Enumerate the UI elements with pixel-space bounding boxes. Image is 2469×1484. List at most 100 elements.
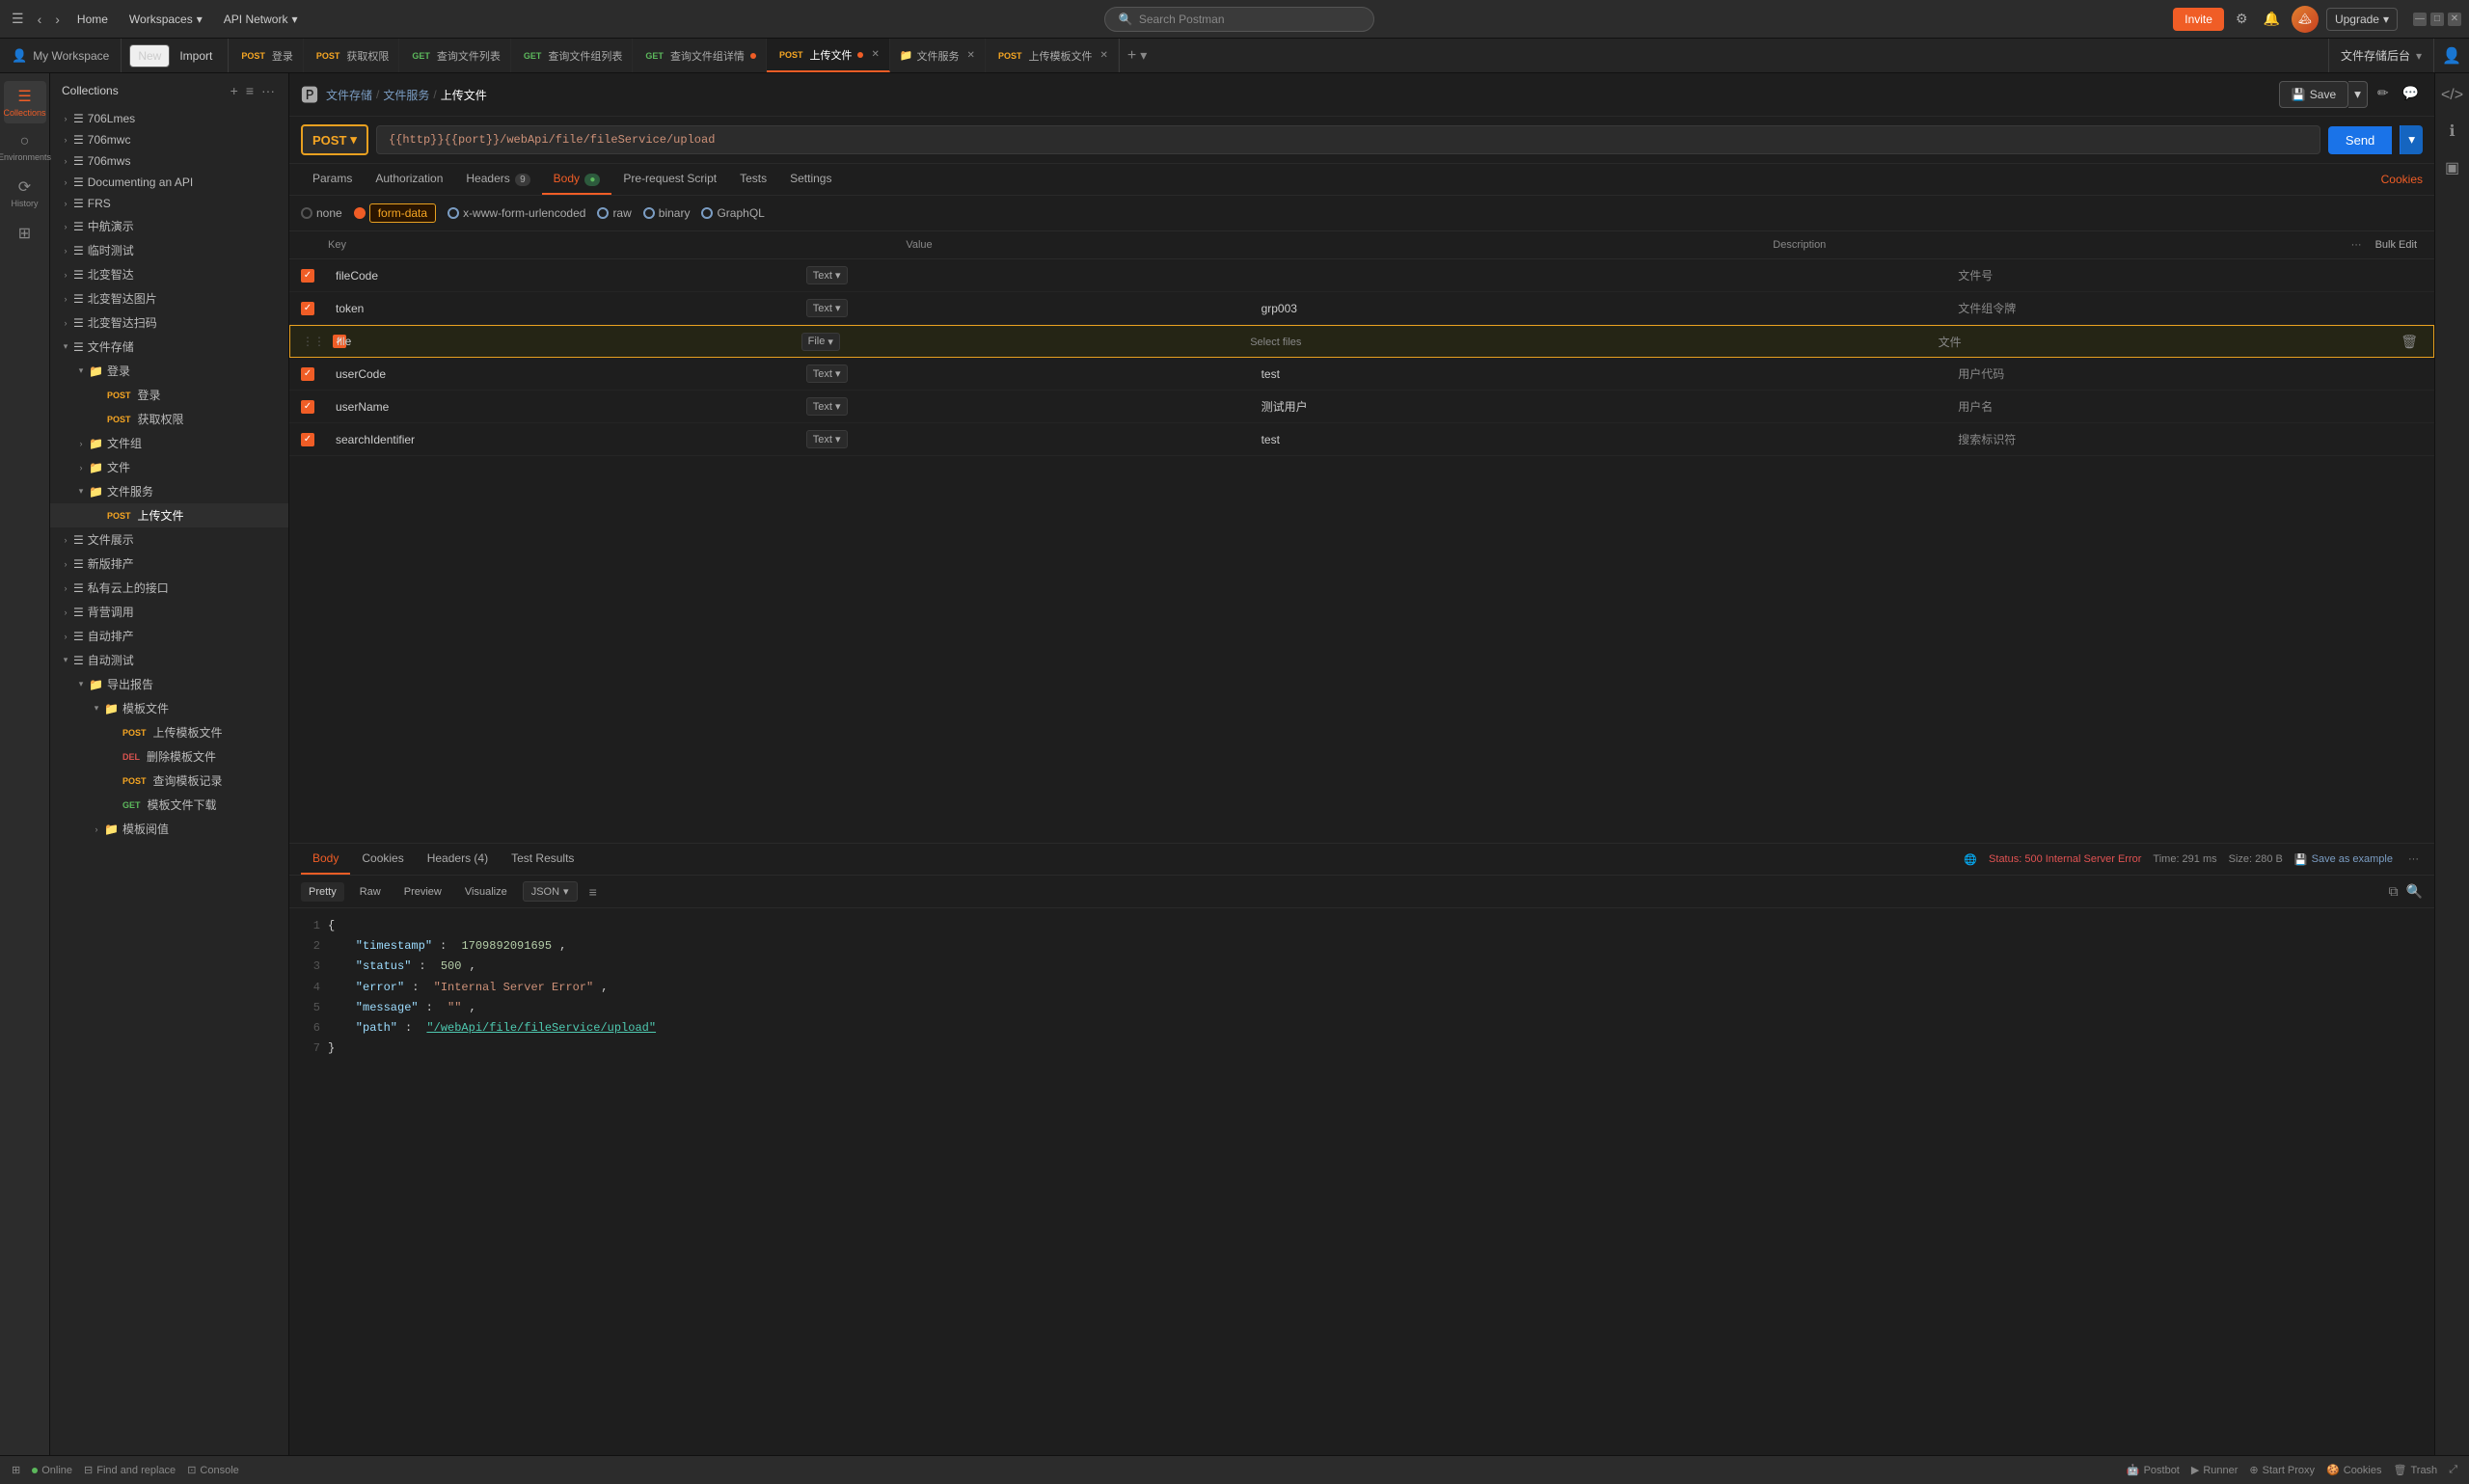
folder-file[interactable]: › 📁 文件	[50, 455, 288, 479]
tab-tests[interactable]: Tests	[728, 164, 778, 195]
tab-post-template[interactable]: POST 上传模板文件 ✕	[986, 39, 1119, 72]
add-tab-icon[interactable]: +	[1127, 47, 1136, 65]
cookies-link[interactable]: Cookies	[2381, 173, 2423, 186]
collection-706mws[interactable]: › ☰ 706mws	[50, 150, 288, 172]
more-options-icon[interactable]: ···	[259, 81, 277, 100]
option-form-data[interactable]: form-data	[354, 203, 436, 223]
close-button[interactable]: ✕	[2448, 13, 2461, 26]
edit-icon[interactable]: ✏	[2374, 81, 2393, 108]
type-select-searchidentifier[interactable]: Text ▾	[806, 430, 848, 448]
collection-autotest[interactable]: ▾ ☰ 自动测试	[50, 648, 288, 672]
resp-tab-body[interactable]: Body	[301, 844, 350, 875]
expand-icon[interactable]: ⤢	[2449, 1464, 2457, 1476]
key-searchidentifier[interactable]: searchIdentifier	[328, 433, 800, 446]
type-select-usercode[interactable]: Text ▾	[806, 364, 848, 383]
folder-fileservice[interactable]: ▾ 📁 文件服务	[50, 479, 288, 503]
checkbox-filecode[interactable]: ✓	[301, 269, 314, 283]
send-split-button[interactable]: ▾	[2400, 125, 2423, 154]
api-network-button[interactable]: API Network ▾	[216, 9, 306, 30]
copy-response-icon[interactable]: ⧉	[2389, 883, 2399, 900]
collection-frs[interactable]: › ☰ FRS	[50, 193, 288, 214]
key-file[interactable]: file	[329, 335, 796, 348]
tab-get-grouplist[interactable]: GET 查询文件组列表	[511, 39, 634, 72]
key-username[interactable]: userName	[328, 400, 800, 414]
folder-filegroup[interactable]: › 📁 文件组	[50, 431, 288, 455]
resp-tab-headers[interactable]: Headers (4)	[416, 844, 500, 875]
type-select-token[interactable]: Text ▾	[806, 299, 848, 317]
collection-beibian-img[interactable]: › ☰ 北变智达图片	[50, 286, 288, 310]
workspaces-button[interactable]: Workspaces ▾	[122, 9, 210, 30]
tabs-more-icon[interactable]: ▾	[1140, 47, 1147, 64]
close-tab-icon[interactable]: ✕	[871, 49, 879, 60]
save-split-button[interactable]: ▾	[2348, 81, 2368, 108]
tab-params[interactable]: Params	[301, 164, 364, 195]
bulk-edit-button[interactable]: Bulk Edit	[2370, 237, 2423, 253]
fmt-tab-preview[interactable]: Preview	[396, 882, 449, 902]
folder-template-value[interactable]: › 📁 模板阅值	[50, 817, 288, 841]
request-post-login[interactable]: POST 登录	[50, 383, 288, 407]
key-usercode[interactable]: userCode	[328, 367, 800, 381]
more-options-icon[interactable]: ···	[2404, 853, 2423, 865]
tab-get-filelist[interactable]: GET 查询文件列表	[399, 39, 511, 72]
runner-button[interactable]: ▶ Runner	[2191, 1464, 2238, 1476]
close-tab-icon[interactable]: ✕	[1099, 50, 1107, 61]
checkbox-token[interactable]: ✓	[301, 302, 314, 315]
value-searchidentifier[interactable]: test	[1258, 433, 1951, 446]
start-proxy-button[interactable]: ⊕ Start Proxy	[2249, 1464, 2315, 1476]
add-collection-icon[interactable]: +	[229, 81, 240, 100]
close-tab-icon[interactable]: ✕	[967, 50, 975, 61]
tab-body[interactable]: Body ●	[542, 164, 612, 195]
checkbox-username[interactable]: ✓	[301, 400, 314, 414]
back-icon[interactable]: ‹	[34, 8, 46, 31]
collection-beibian[interactable]: › ☰ 北变智达	[50, 262, 288, 286]
url-input[interactable]	[376, 125, 2320, 154]
value-username[interactable]: 测试用户	[1258, 398, 1951, 415]
collection-706lmes[interactable]: › ☰ 706Lmes	[50, 108, 288, 129]
option-graphql[interactable]: GraphQL	[701, 206, 764, 220]
checkbox-searchidentifier[interactable]: ✓	[301, 433, 314, 446]
request-post-upload[interactable]: POST 上传文件	[50, 503, 288, 527]
collection-autoplan[interactable]: › ☰ 自动排产	[50, 624, 288, 648]
collection-private[interactable]: › ☰ 私有云上的接口	[50, 576, 288, 600]
key-token[interactable]: token	[328, 302, 800, 315]
search-input[interactable]: 🔍 Search Postman	[1104, 7, 1374, 32]
bootcamp-item[interactable]: ⊞	[12, 1464, 20, 1476]
tab-post-upload[interactable]: POST 上传文件 ✕	[767, 39, 890, 72]
sidebar-item-history[interactable]: ⟳ History	[4, 172, 46, 214]
folder-template-file[interactable]: ▾ 📁 模板文件	[50, 696, 288, 720]
request-post-upload-template[interactable]: POST 上传模板文件	[50, 720, 288, 744]
tab-settings[interactable]: Settings	[778, 164, 843, 195]
checkbox-usercode[interactable]: ✓	[301, 367, 314, 381]
cookies-bottom-button[interactable]: 🍪 Cookies	[2326, 1464, 2381, 1476]
tab-authorization[interactable]: Authorization	[364, 164, 454, 195]
bell-icon[interactable]: 🔔	[2260, 7, 2284, 31]
method-select[interactable]: POST ▾	[301, 124, 368, 155]
breadcrumb-root[interactable]: 文件存储	[326, 87, 372, 103]
value-file[interactable]: Select files	[1246, 335, 1930, 348]
minimize-button[interactable]: —	[2413, 13, 2427, 26]
key-filecode[interactable]: fileCode	[328, 269, 800, 283]
comment-icon[interactable]: 💬	[2399, 81, 2423, 108]
maximize-button[interactable]: □	[2430, 13, 2444, 26]
tab-get-groupdetail[interactable]: GET 查询文件组详情	[633, 39, 767, 72]
search-response-icon[interactable]: 🔍	[2406, 883, 2423, 900]
send-button[interactable]: Send	[2328, 126, 2392, 154]
fmt-tab-raw[interactable]: Raw	[352, 882, 389, 902]
upgrade-button[interactable]: Upgrade ▾	[2326, 8, 2398, 31]
code-icon[interactable]: </>	[2435, 81, 2469, 110]
invite-button[interactable]: Invite	[2173, 8, 2224, 31]
format-settings-icon[interactable]: ≡	[589, 884, 597, 900]
sidebar-item-flows[interactable]: ⊞	[4, 218, 46, 249]
resp-tab-test-results[interactable]: Test Results	[500, 844, 585, 875]
collection-documenting[interactable]: › ☰ Documenting an API	[50, 172, 288, 193]
tab-folder-service[interactable]: 📁 文件服务 ✕	[890, 39, 986, 72]
format-select[interactable]: JSON ▾	[523, 881, 578, 902]
online-status[interactable]: Online	[32, 1465, 72, 1476]
type-select-file[interactable]: File ▾	[801, 333, 840, 351]
tab-post-login[interactable]: POST 登录	[229, 39, 304, 72]
value-usercode[interactable]: test	[1258, 367, 1951, 381]
tab-headers[interactable]: Headers 9	[454, 164, 541, 195]
value-token[interactable]: grp003	[1258, 302, 1951, 315]
collection-beibian-scan[interactable]: › ☰ 北变智达扫码	[50, 310, 288, 335]
folder-login[interactable]: ▾ 📁 登录	[50, 359, 288, 383]
